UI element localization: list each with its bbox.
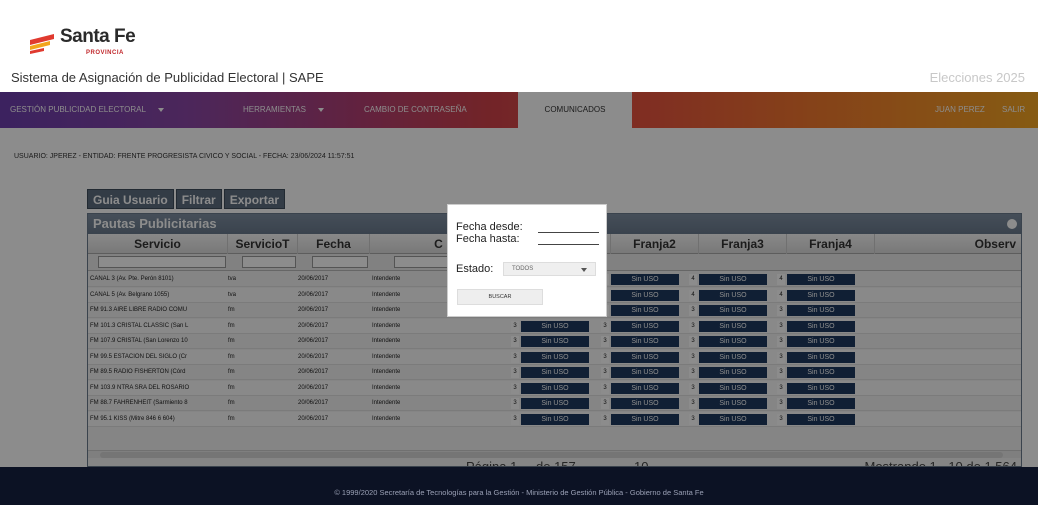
chevron-down-icon — [581, 268, 587, 272]
page: Santa Fe PROVINCIA Sistema de Asignación… — [0, 0, 1038, 505]
footer-text: © 1999/2020 Secretaría de Tecnologías pa… — [334, 488, 704, 497]
brand-subtitle: PROVINCIA — [86, 50, 124, 56]
footer: © 1999/2020 Secretaría de Tecnologías pa… — [0, 467, 1038, 505]
date-to-label: Fecha hasta: — [456, 233, 520, 245]
election-label: Elecciones 2025 — [929, 70, 1025, 85]
filter-dialog: Fecha desde: Fecha hasta: Estado: TODOS … — [447, 204, 607, 317]
date-from-label: Fecha desde: — [456, 221, 523, 233]
state-select[interactable]: TODOS — [503, 262, 596, 276]
brand-name: Santa Fe — [60, 26, 136, 47]
state-select-value: TODOS — [512, 266, 534, 272]
logo: Santa Fe PROVINCIA — [28, 26, 148, 62]
search-button[interactable]: BUSCAR — [457, 289, 543, 305]
header: Santa Fe PROVINCIA Sistema de Asignación… — [0, 0, 1038, 95]
state-label: Estado: — [456, 263, 494, 275]
system-title: Sistema de Asignación de Publicidad Elec… — [11, 70, 324, 85]
date-to-input[interactable] — [538, 244, 599, 245]
santa-fe-flag-icon — [30, 34, 54, 54]
date-from-input[interactable] — [538, 232, 599, 233]
